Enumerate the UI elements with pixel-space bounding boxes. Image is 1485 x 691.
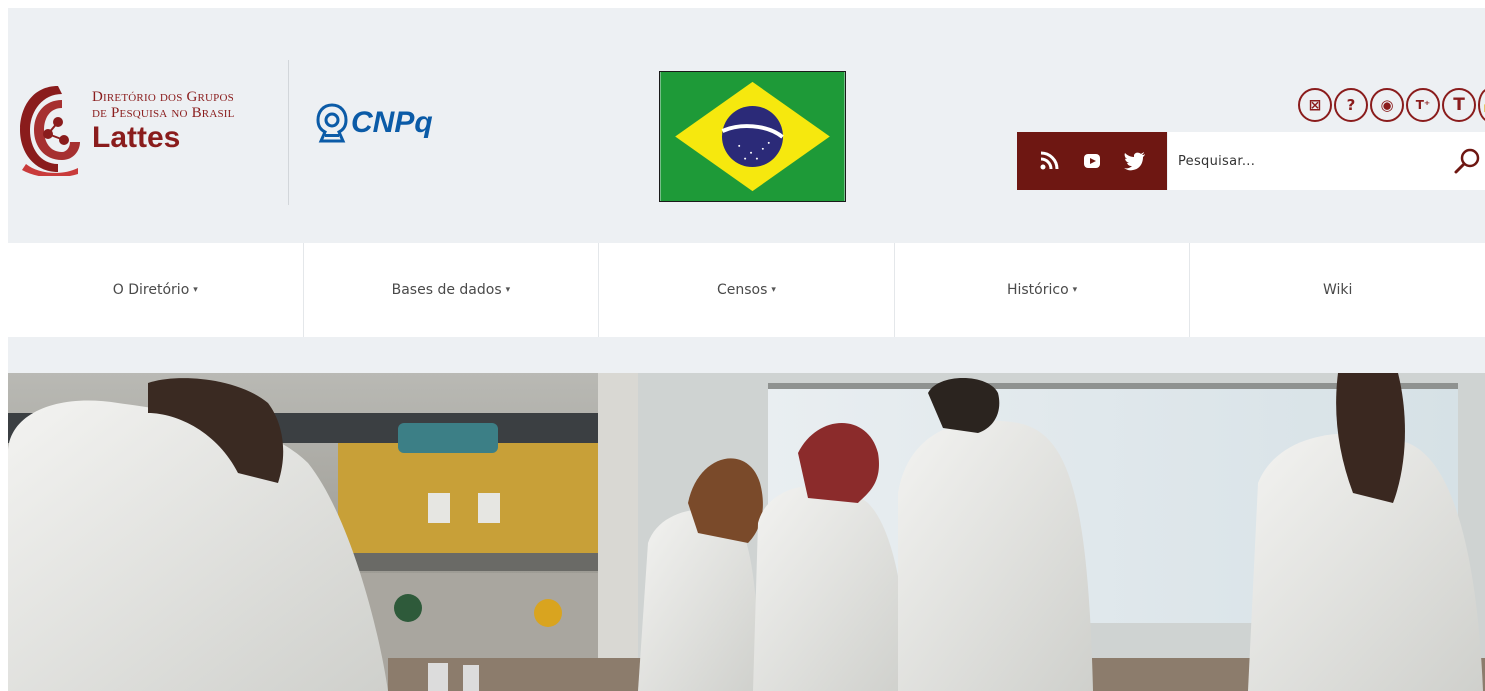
youtube-icon[interactable]	[1079, 148, 1105, 174]
social-links	[1017, 132, 1167, 190]
nav-item-label: Wiki	[1322, 282, 1353, 298]
cnpq-logo[interactable]: CNPq	[315, 101, 433, 145]
main-nav: O Diretório ▾ Bases de dados ▾ Censos ▾ …	[8, 243, 1485, 337]
hero-banner	[8, 373, 1485, 691]
brazil-flag	[659, 71, 846, 202]
search-box	[1168, 132, 1485, 190]
eye-icon[interactable]: ◉	[1370, 88, 1404, 122]
nav-item-historico[interactable]: Histórico ▾	[895, 243, 1191, 337]
nav-item-label: O Diretório	[112, 282, 190, 298]
lattes-logo-line2: de Pesquisa no Brasil	[92, 104, 235, 121]
laboratory-researchers-photo	[8, 373, 1485, 691]
cnpq-logo-icon	[316, 103, 348, 143]
nav-item-label: Bases de dados	[391, 282, 502, 298]
lattes-logo-line1: Diretório dos Grupos	[92, 89, 234, 105]
font-increase-icon[interactable]: T⁺	[1406, 88, 1440, 122]
page: Diretório dos Grupos de Pesquisa no Bras…	[0, 0, 1485, 691]
nav-item-bases-de-dados[interactable]: Bases de dados ▾	[304, 243, 600, 337]
lattes-logo-line3: Lattes	[92, 120, 181, 154]
header-divider	[288, 60, 289, 205]
lattes-logo[interactable]: Diretório dos Grupos de Pesquisa no Bras…	[18, 76, 268, 186]
search-input[interactable]	[1168, 132, 1453, 190]
nav-item-o-diretorio[interactable]: O Diretório ▾	[8, 243, 304, 337]
lattes-logo-text: Diretório dos Grupos de Pesquisa no Bras…	[92, 89, 235, 154]
font-decrease-icon[interactable]: T	[1442, 88, 1476, 122]
chevron-down-icon: ▾	[771, 285, 776, 295]
nav-item-censos[interactable]: Censos ▾	[599, 243, 895, 337]
nav-spacer	[8, 337, 1485, 373]
chevron-down-icon: ▾	[505, 285, 511, 295]
accessibility-toolbar: ⊠ ? ◉ T⁺ T 🔒	[1298, 88, 1485, 122]
nav-item-label: Histórico	[1006, 282, 1069, 298]
nav-item-label: Censos	[717, 282, 768, 298]
high-contrast-icon[interactable]: ⊠	[1298, 88, 1332, 122]
lock-icon[interactable]: 🔒	[1478, 88, 1485, 122]
search-icon[interactable]	[1453, 146, 1483, 176]
cnpq-logo-text: CNPq	[351, 106, 433, 139]
help-icon[interactable]: ?	[1334, 88, 1368, 122]
lattes-logo-icon	[20, 86, 80, 176]
nav-item-wiki[interactable]: Wiki	[1190, 243, 1485, 337]
chevron-down-icon: ▾	[193, 285, 198, 295]
site-header: Diretório dos Grupos de Pesquisa no Bras…	[8, 8, 1485, 243]
chevron-down-icon: ▾	[1072, 285, 1078, 295]
twitter-icon[interactable]	[1122, 148, 1148, 174]
rss-icon[interactable]	[1036, 148, 1062, 174]
